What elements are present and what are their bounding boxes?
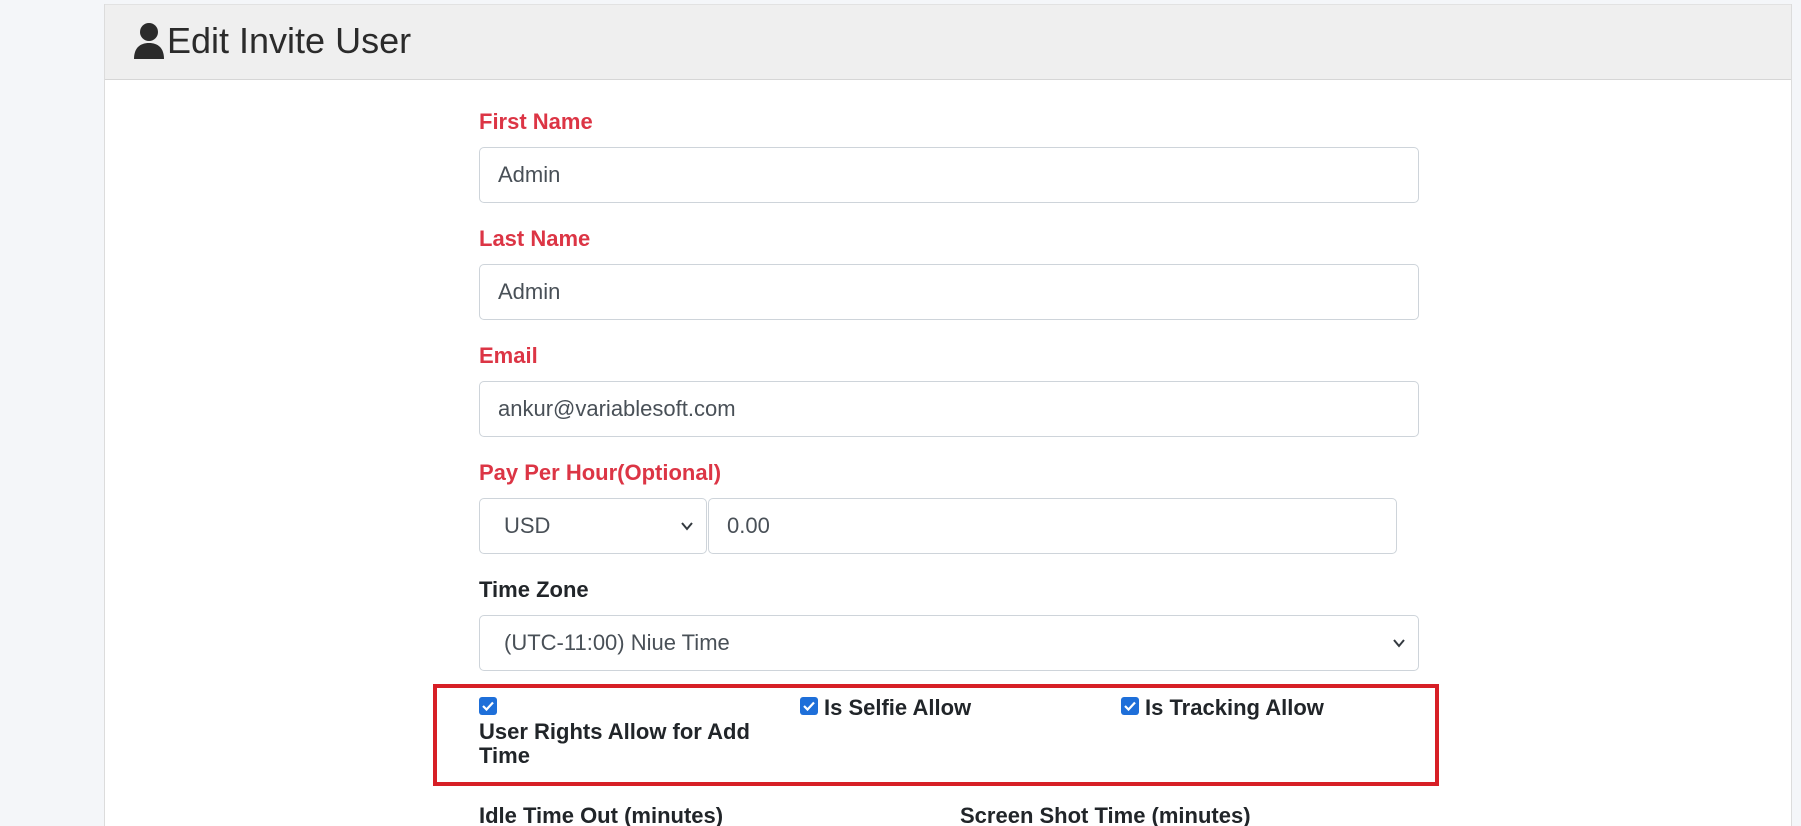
screen-shot-time-label: Screen Shot Time (minutes) (960, 803, 1251, 826)
last-name-input[interactable]: Admin (479, 264, 1419, 320)
time-zone-select[interactable]: (UTC-11:00) Niue Time (479, 615, 1419, 671)
pay-per-hour-label: Pay Per Hour(Optional) (479, 460, 722, 485)
currency-value: USD (504, 513, 551, 538)
currency-select[interactable]: USD (479, 498, 707, 554)
highlight-annotation (433, 684, 1439, 786)
user-icon (133, 22, 165, 60)
page: Edit Invite User First Name Admin Last N… (0, 0, 1801, 826)
email-input[interactable]: ankur@variablesoft.com (479, 381, 1419, 437)
email-label: Email (479, 343, 538, 368)
card-header: Edit Invite User (105, 4, 1791, 80)
first-name-label: First Name (479, 109, 593, 134)
time-zone-value: (UTC-11:00) Niue Time (504, 630, 730, 655)
chevron-down-icon (681, 522, 693, 531)
idle-time-out-label: Idle Time Out (minutes) (479, 803, 724, 826)
pay-amount-input[interactable]: 0.00 (708, 498, 1397, 554)
chevron-down-icon (1393, 639, 1405, 648)
page-title: Edit Invite User (167, 20, 412, 61)
last-name-label: Last Name (479, 226, 591, 251)
time-zone-label: Time Zone (479, 577, 589, 602)
first-name-input[interactable]: Admin (479, 147, 1419, 203)
left-gutter (0, 0, 104, 826)
